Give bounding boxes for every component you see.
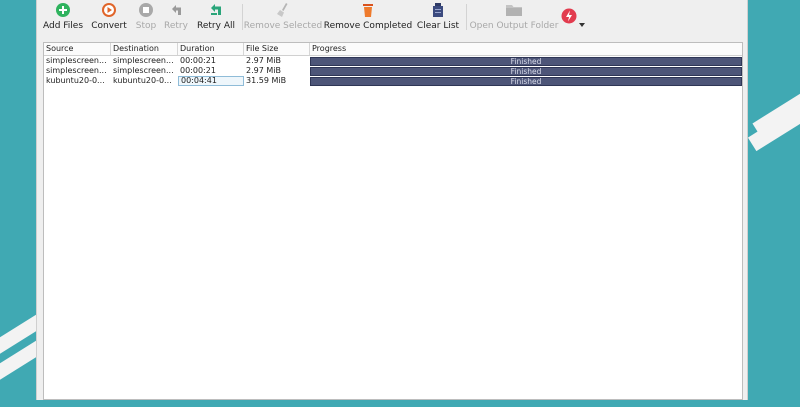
table-row[interactable]: kubuntu20-0... kubuntu20-0... 00:04:41 3… <box>44 76 742 86</box>
power-menu-button[interactable] <box>561 0 589 34</box>
progress-bar: Finished <box>310 67 742 76</box>
trash-icon <box>360 1 376 19</box>
column-header-progress[interactable]: Progress <box>310 43 742 55</box>
remove-completed-button[interactable]: Remove Completed <box>323 0 413 34</box>
cell-file-size: 2.97 MiB <box>246 66 281 75</box>
lightning-icon <box>561 7 577 25</box>
clear-list-icon <box>430 1 446 19</box>
open-output-folder-button[interactable]: Open Output Folder <box>469 0 559 34</box>
stop-label: Stop <box>135 21 157 31</box>
chevron-down-icon <box>579 12 585 31</box>
cell-duration: 00:00:21 <box>180 66 216 75</box>
remove-completed-label: Remove Completed <box>323 21 413 31</box>
cell-source: kubuntu20-0... <box>46 76 105 85</box>
retry-label: Retry <box>164 21 188 31</box>
retry-button[interactable]: Retry <box>162 0 190 34</box>
column-header-destination[interactable]: Destination <box>111 43 178 55</box>
add-icon <box>55 1 71 19</box>
table-row[interactable]: simplescreen... simplescreen... 00:00:21… <box>44 56 742 66</box>
column-header-duration[interactable]: Duration <box>178 43 244 55</box>
toolbar: Add Files Convert Stop Retry Retry All R… <box>37 0 747 36</box>
cell-destination: simplescreen... <box>113 56 174 65</box>
cell-file-size: 2.97 MiB <box>246 56 281 65</box>
column-header-file-size[interactable]: File Size <box>244 43 310 55</box>
toolbar-separator <box>466 4 467 30</box>
retry-all-icon <box>208 1 224 19</box>
retry-all-label: Retry All <box>197 21 235 31</box>
progress-bar: Finished <box>310 57 742 66</box>
stop-icon <box>138 1 154 19</box>
convert-button[interactable]: Convert <box>89 0 129 34</box>
progress-label: Finished <box>510 77 542 86</box>
app-window: Add Files Convert Stop Retry Retry All R… <box>36 0 748 400</box>
remove-selected-button[interactable]: Remove Selected <box>243 0 323 34</box>
cell-destination: kubuntu20-0... <box>113 76 172 85</box>
retry-all-button[interactable]: Retry All <box>196 0 236 34</box>
stop-button[interactable]: Stop <box>131 0 161 34</box>
cell-source: simplescreen... <box>46 66 107 75</box>
cell-destination: simplescreen... <box>113 66 174 75</box>
cell-file-size: 31.59 MiB <box>246 76 287 85</box>
cell-duration: 00:00:21 <box>180 56 216 65</box>
progress-bar: Finished <box>310 77 742 86</box>
open-output-folder-label: Open Output Folder <box>469 21 559 31</box>
add-files-label: Add Files <box>42 21 84 31</box>
progress-label: Finished <box>510 57 542 66</box>
progress-label: Finished <box>510 67 542 76</box>
cell-source: simplescreen... <box>46 56 107 65</box>
broom-icon <box>275 1 291 19</box>
convert-label: Convert <box>91 21 127 31</box>
file-list-table[interactable]: Source Destination Duration File Size Pr… <box>43 42 743 400</box>
add-files-button[interactable]: Add Files <box>43 0 83 34</box>
clear-list-button[interactable]: Clear List <box>416 0 460 34</box>
clear-list-label: Clear List <box>416 21 460 31</box>
column-header-source[interactable]: Source <box>44 43 111 55</box>
table-row[interactable]: simplescreen... simplescreen... 00:00:21… <box>44 66 742 76</box>
retry-icon <box>168 1 184 19</box>
remove-selected-label: Remove Selected <box>243 21 323 31</box>
play-icon <box>101 1 117 19</box>
table-header: Source Destination Duration File Size Pr… <box>44 43 742 56</box>
cell-duration[interactable]: 00:04:41 <box>178 76 244 86</box>
folder-icon <box>505 1 523 19</box>
